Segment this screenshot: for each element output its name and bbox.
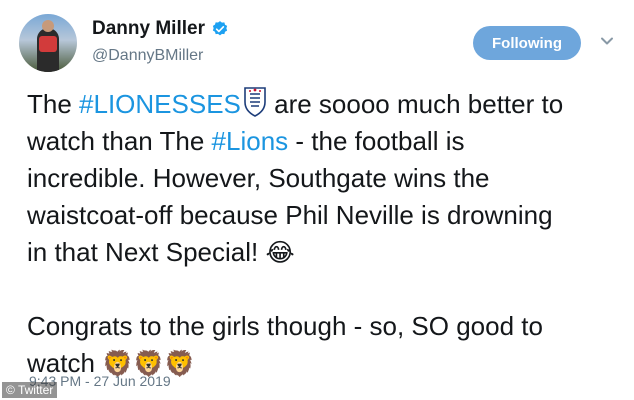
following-button[interactable]: Following: [473, 26, 581, 60]
hashtag-lionesses-link[interactable]: #LIONESSES: [79, 89, 241, 119]
tweet-text-segment: The: [27, 89, 80, 119]
user-handle[interactable]: @DannyBMiller: [92, 47, 203, 65]
tweet-text-segment: - the football is: [288, 126, 465, 156]
user-name-row: Danny Miller: [92, 18, 229, 40]
tweet-text-segment: Congrats to the girls though - so, SO go…: [27, 311, 543, 341]
tweet-text-segment: watch than The: [27, 126, 212, 156]
verified-badge-icon: [212, 21, 228, 36]
tweet-text-segment: are soooo much better to: [266, 89, 564, 119]
laughing-tears-emoji-icon: 😂: [265, 238, 295, 267]
avatar-shirt: [39, 36, 57, 52]
england-crest-icon: [244, 87, 266, 117]
avatar-head: [42, 20, 54, 32]
tweet-text-segment: waistcoat-off because Phil Neville is dr…: [27, 200, 553, 230]
hashtag-lions-link[interactable]: #Lions: [212, 126, 289, 156]
tweet-text-segment: in that Next Special!: [27, 237, 266, 267]
avatar[interactable]: [19, 14, 77, 72]
chevron-down-icon[interactable]: [600, 34, 614, 48]
tweet-text: The #LIONESSES are soooo much better to …: [27, 86, 622, 382]
display-name[interactable]: Danny Miller: [92, 18, 205, 40]
tweet-text-segment: incredible. However, Southgate wins the: [27, 163, 490, 193]
twitter-watermark: © Twitter: [2, 382, 58, 398]
